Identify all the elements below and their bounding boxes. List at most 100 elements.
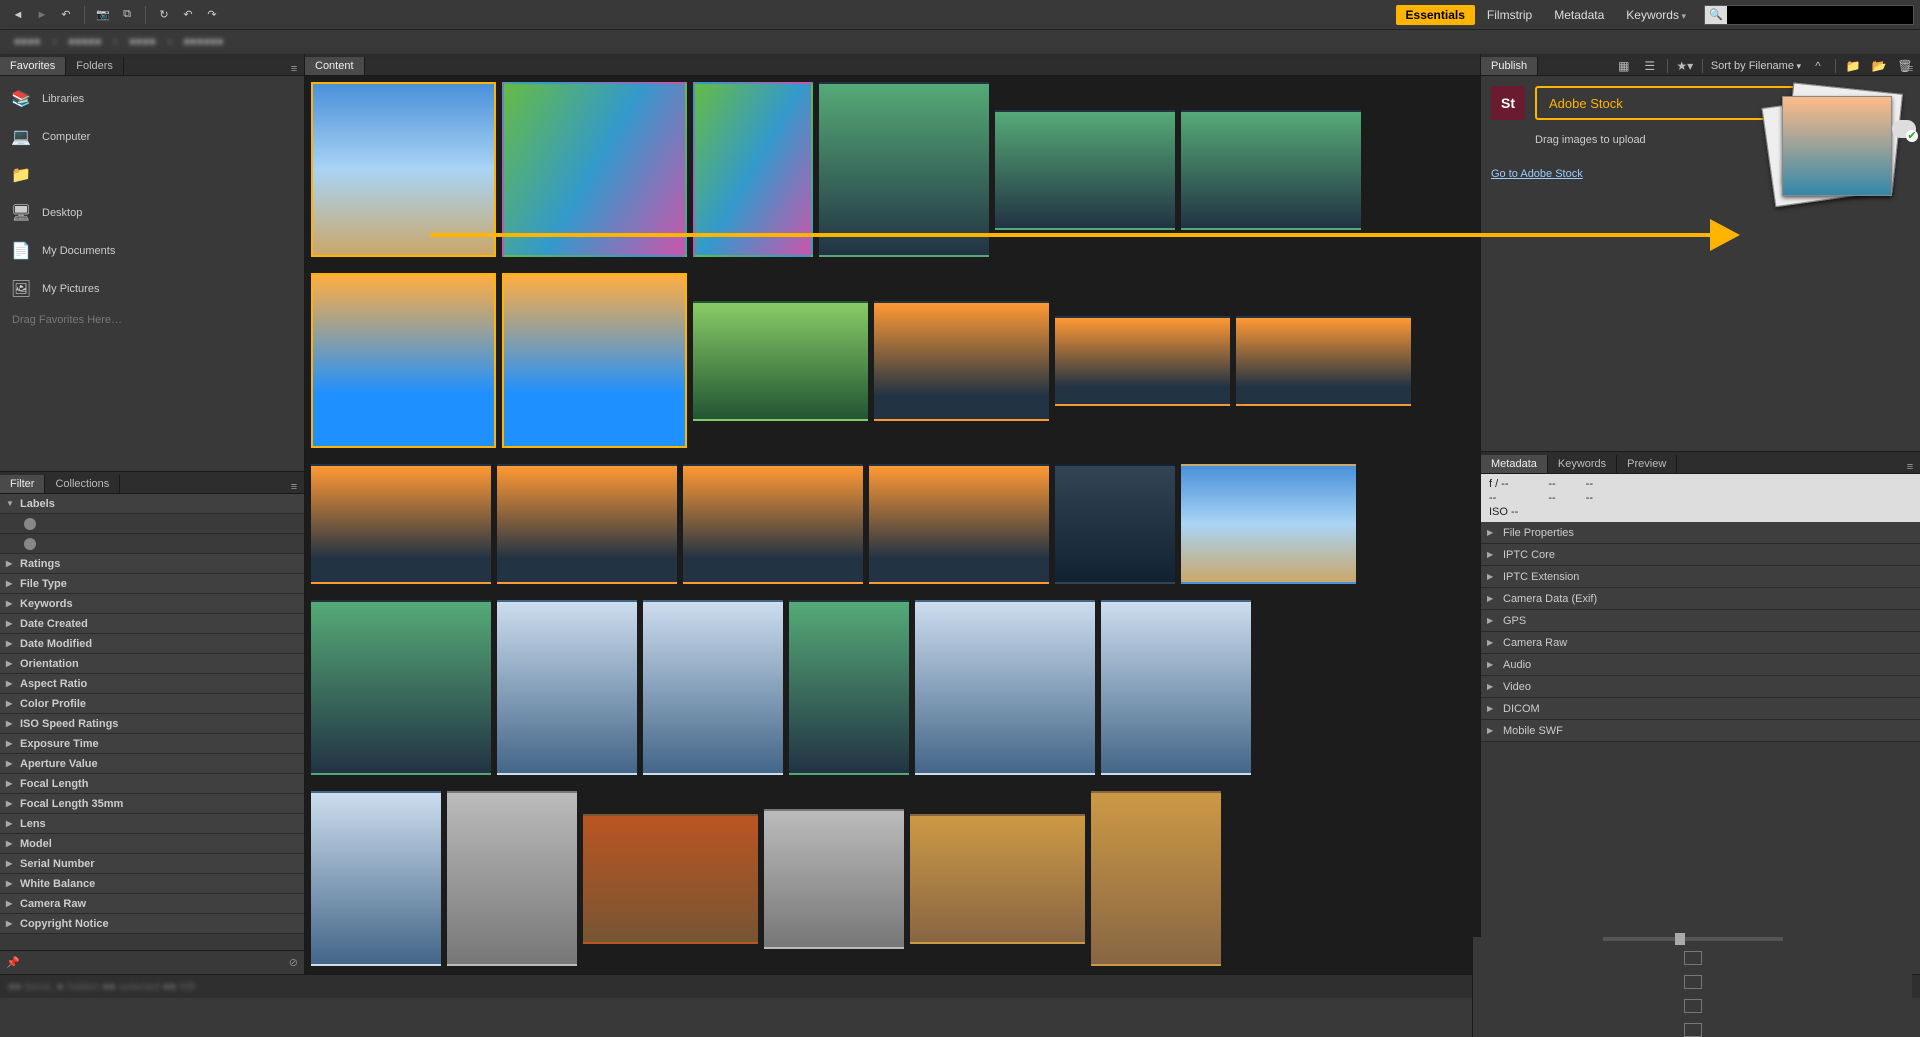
thumbnail[interactable] [1091, 791, 1221, 966]
grid-view-icon[interactable]: ▦ [1615, 58, 1633, 74]
favorite-item[interactable]: 📚Libraries [0, 80, 304, 118]
filter-keywords[interactable]: ▶Keywords [0, 594, 304, 614]
tab-keywords[interactable]: Keywords [1548, 455, 1617, 473]
view-mode-4-icon[interactable] [1684, 1023, 1702, 1037]
favorite-item[interactable]: 💻Computer [0, 118, 304, 156]
filter-lens[interactable]: ▶Lens [0, 814, 304, 834]
thumbnail[interactable] [915, 600, 1095, 775]
thumbnail[interactable] [643, 600, 783, 775]
filter-iso-speed-ratings[interactable]: ▶ISO Speed Ratings [0, 714, 304, 734]
favorite-item[interactable]: 📁 [0, 156, 304, 194]
filter-menu-icon[interactable]: ≡ [284, 481, 304, 493]
workspace-essentials[interactable]: Essentials [1396, 5, 1475, 25]
favorite-item[interactable]: 🖼My Pictures [0, 270, 304, 308]
filter-aperture-value[interactable]: ▶Aperture Value [0, 754, 304, 774]
new-folder-icon[interactable]: 📁 [1844, 58, 1862, 74]
tab-preview[interactable]: Preview [1617, 455, 1677, 473]
panel-menu-icon[interactable]: ≡ [284, 63, 304, 75]
meta-section-file-properties[interactable]: ▶File Properties [1481, 522, 1920, 544]
meta-section-camera-data-exif-[interactable]: ▶Camera Data (Exif) [1481, 588, 1920, 610]
thumbnail[interactable] [583, 814, 758, 944]
filter-model[interactable]: ▶Model [0, 834, 304, 854]
filter-focal-length[interactable]: ▶Focal Length [0, 774, 304, 794]
sort-asc-icon[interactable]: ^ [1809, 58, 1827, 74]
view-mode-2-icon[interactable] [1684, 975, 1702, 989]
meta-section-camera-raw[interactable]: ▶Camera Raw [1481, 632, 1920, 654]
thumbnail[interactable] [311, 791, 441, 966]
filter-white-balance[interactable]: ▶White Balance [0, 874, 304, 894]
search-box[interactable]: 🔍 [1704, 5, 1914, 25]
thumbnail[interactable] [1101, 600, 1251, 775]
thumbnail[interactable] [1181, 464, 1356, 584]
copy-icon[interactable]: ⧉ [117, 5, 137, 25]
thumbnail-grid[interactable] [305, 76, 1480, 974]
meta-section-dicom[interactable]: ▶DICOM [1481, 698, 1920, 720]
sort-dropdown[interactable]: Sort by Filename [1711, 60, 1801, 72]
filter-exposure-time[interactable]: ▶Exposure Time [0, 734, 304, 754]
open-recent-icon[interactable]: ↻ [154, 5, 174, 25]
tab-folders[interactable]: Folders [66, 57, 124, 75]
favorite-item[interactable]: 🖥Desktop [0, 194, 304, 232]
thumbnail[interactable] [502, 82, 687, 257]
thumbnail[interactable] [311, 464, 491, 584]
rotate-ccw-icon[interactable]: ↶ [178, 5, 198, 25]
open-folder-icon[interactable]: 📂 [1870, 58, 1888, 74]
go-to-stock-link[interactable]: Go to Adobe Stock [1491, 168, 1583, 180]
filter-serial-number[interactable]: ▶Serial Number [0, 854, 304, 874]
thumbnail[interactable] [311, 273, 496, 448]
filter-focal-length-35mm[interactable]: ▶Focal Length 35mm [0, 794, 304, 814]
list-view-icon[interactable]: ☰ [1641, 58, 1659, 74]
tab-content[interactable]: Content [305, 57, 365, 75]
thumbnail[interactable] [819, 82, 989, 257]
thumbnail[interactable] [910, 814, 1085, 944]
filter-label[interactable] [0, 514, 304, 534]
filter-file-type[interactable]: ▶File Type [0, 574, 304, 594]
thumbnail[interactable] [502, 273, 687, 448]
nav-fwd-icon[interactable]: ► [32, 5, 52, 25]
workspace-metadata[interactable]: Metadata [1544, 5, 1614, 25]
thumbnail[interactable] [447, 791, 577, 966]
filter-date-modified[interactable]: ▶Date Modified [0, 634, 304, 654]
camera-icon[interactable]: 📷 [93, 5, 113, 25]
thumbnail[interactable] [789, 600, 909, 775]
metadata-menu-icon[interactable]: ≡ [1900, 461, 1920, 473]
filter-camera-raw[interactable]: ▶Camera Raw [0, 894, 304, 914]
nav-up-icon[interactable]: ↶ [56, 5, 76, 25]
filter-orientation[interactable]: ▶Orientation [0, 654, 304, 674]
meta-section-video[interactable]: ▶Video [1481, 676, 1920, 698]
nav-back-icon[interactable]: ◄ [8, 5, 28, 25]
view-mode-1-icon[interactable] [1684, 951, 1702, 965]
workspace-filmstrip[interactable]: Filmstrip [1477, 5, 1542, 25]
thumbnail[interactable] [693, 82, 813, 257]
thumbnail[interactable] [1181, 110, 1361, 230]
meta-section-audio[interactable]: ▶Audio [1481, 654, 1920, 676]
rotate-cw-icon[interactable]: ↷ [202, 5, 222, 25]
thumbnail[interactable] [764, 809, 904, 949]
star-filter-icon[interactable]: ★▾ [1676, 58, 1694, 74]
thumbnail[interactable] [1055, 316, 1230, 406]
upload-dropzone[interactable] [1760, 80, 1910, 230]
search-icon[interactable]: 🔍 [1705, 6, 1727, 24]
tab-filter[interactable]: Filter [0, 475, 45, 493]
thumbnail[interactable] [311, 82, 496, 257]
tab-collections[interactable]: Collections [45, 475, 120, 493]
filter-aspect-ratio[interactable]: ▶Aspect Ratio [0, 674, 304, 694]
thumbnail[interactable] [683, 464, 863, 584]
filter-ratings[interactable]: ▶Ratings [0, 554, 304, 574]
search-input[interactable] [1727, 9, 1913, 21]
cancel-filter-icon[interactable]: ⊘ [289, 956, 298, 969]
filter-color-profile[interactable]: ▶Color Profile [0, 694, 304, 714]
filter-date-created[interactable]: ▶Date Created [0, 614, 304, 634]
meta-section-iptc-core[interactable]: ▶IPTC Core [1481, 544, 1920, 566]
filter-labels[interactable]: ▼Labels [0, 494, 304, 514]
tab-publish[interactable]: Publish [1481, 57, 1538, 75]
tab-favorites[interactable]: Favorites [0, 57, 66, 75]
meta-section-iptc-extension[interactable]: ▶IPTC Extension [1481, 566, 1920, 588]
thumbnail[interactable] [497, 600, 637, 775]
thumbnail[interactable] [497, 464, 677, 584]
favorite-item[interactable]: 📄My Documents [0, 232, 304, 270]
thumbnail[interactable] [1236, 316, 1411, 406]
view-mode-3-icon[interactable] [1684, 999, 1702, 1013]
meta-section-mobile-swf[interactable]: ▶Mobile SWF [1481, 720, 1920, 742]
pin-icon[interactable]: 📌 [6, 956, 20, 969]
